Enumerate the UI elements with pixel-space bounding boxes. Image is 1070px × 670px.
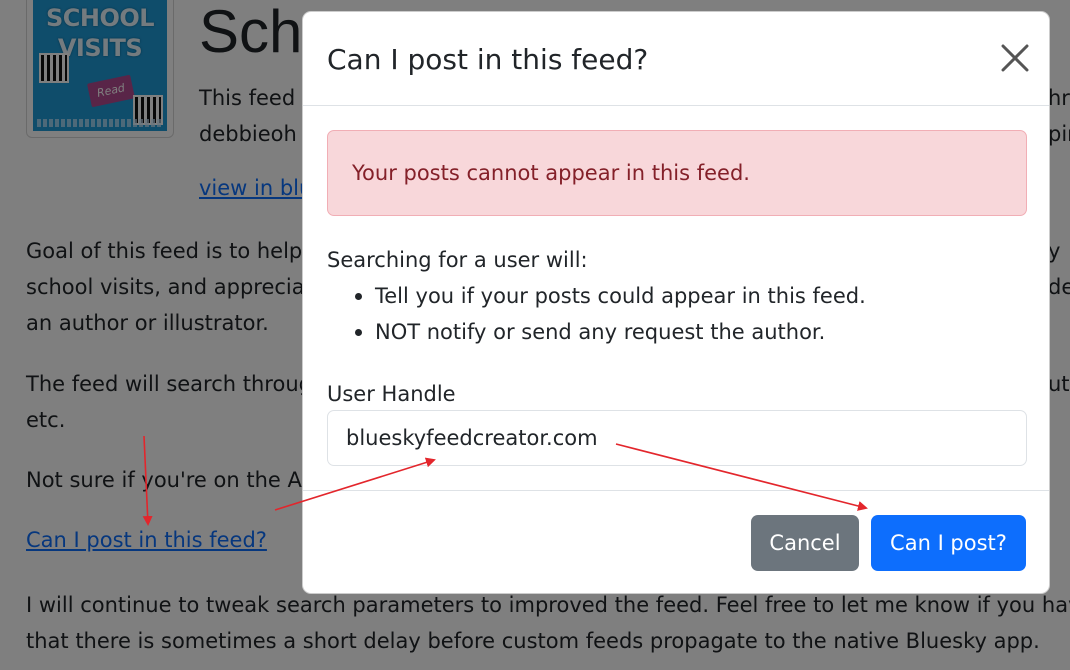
can-i-post-button[interactable]: Can I post? xyxy=(871,515,1026,571)
user-handle-label: User Handle xyxy=(327,382,456,406)
info-lead: Searching for a user will: xyxy=(327,248,588,272)
user-handle-input[interactable] xyxy=(327,410,1027,466)
info-list: Tell you if your posts could appear in t… xyxy=(327,278,866,350)
cancel-button[interactable]: Cancel xyxy=(751,515,859,571)
close-button[interactable] xyxy=(997,40,1033,76)
dialog-header: Can I post in this feed? xyxy=(303,12,1049,106)
dialog-footer: Cancel Can I post? xyxy=(303,490,1049,594)
dialog-title: Can I post in this feed? xyxy=(327,43,649,76)
result-alert: Your posts cannot appear in this feed. xyxy=(327,130,1027,216)
list-item: Tell you if your posts could appear in t… xyxy=(327,278,866,314)
can-i-post-dialog: Can I post in this feed? Your posts cann… xyxy=(302,11,1050,594)
close-icon xyxy=(1001,44,1029,72)
list-item: NOT notify or send any request the autho… xyxy=(327,314,866,350)
